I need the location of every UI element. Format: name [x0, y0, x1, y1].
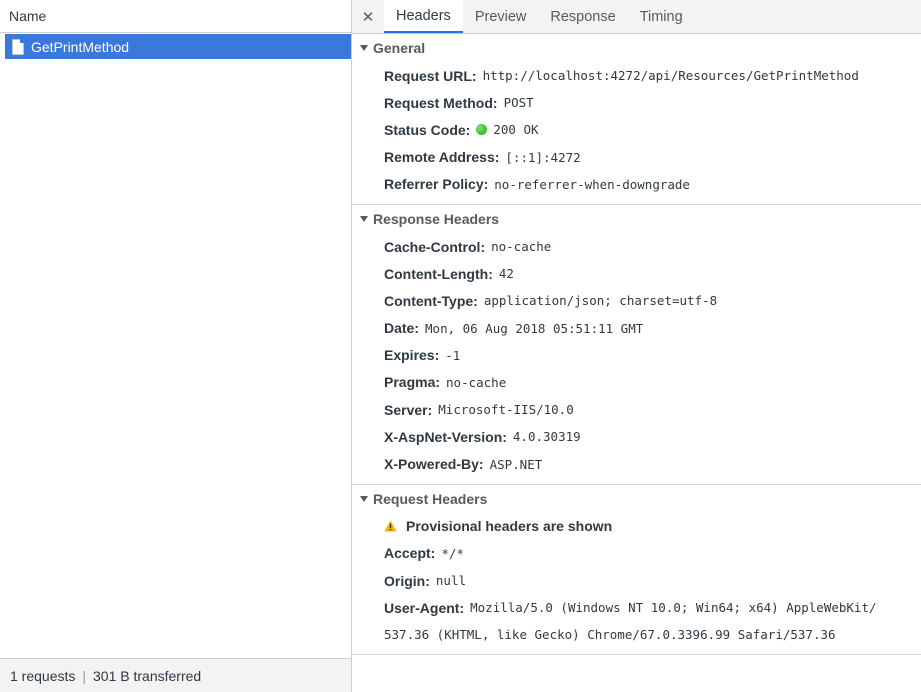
header-key: Cache-Control: — [384, 238, 486, 255]
header-row: Accept: */* — [352, 540, 921, 567]
request-headers-section-header[interactable]: Request Headers — [352, 485, 921, 513]
header-row: Cache-Control: no-cache — [352, 233, 921, 260]
header-key: Pragma: — [384, 374, 441, 391]
header-key: Content-Length: — [384, 265, 493, 282]
header-row: User-Agent: Mozilla/5.0 (Windows NT 10.0… — [352, 594, 921, 621]
request-row-getprintmethod[interactable]: GetPrintMethod — [5, 34, 351, 59]
header-row: Server: Microsoft-IIS/10.0 — [352, 396, 921, 423]
details-tabbar: ✕ Headers Preview Response Timing — [352, 0, 921, 34]
header-row: Content-Type: application/json; charset=… — [352, 287, 921, 314]
response-headers-title: Response Headers — [373, 210, 500, 227]
request-headers-section: Request Headers Provisional headers are … — [352, 485, 921, 656]
header-row: Referrer Policy: no-referrer-when-downgr… — [352, 171, 921, 198]
general-section: General Request URL: http://localhost:42… — [352, 34, 921, 205]
header-value: ASP.NET — [489, 456, 543, 472]
header-value: 200 OK — [493, 122, 539, 138]
header-value: null — [435, 573, 466, 589]
header-value: Mon, 06 Aug 2018 05:51:11 GMT — [425, 320, 644, 336]
header-row: Content-Length: 42 — [352, 260, 921, 287]
header-key: Request Method: — [384, 94, 498, 111]
header-value: 4.0.30319 — [512, 429, 581, 445]
status-separator: | — [82, 667, 87, 684]
header-row: Remote Address: [::1]:4272 — [352, 144, 921, 171]
header-key: Remote Address: — [384, 149, 500, 166]
response-headers-section: Response Headers Cache-Control: no-cache… — [352, 205, 921, 485]
header-key: Content-Type: — [384, 292, 478, 309]
request-headers-title: Request Headers — [373, 490, 488, 507]
tab-timing[interactable]: Timing — [628, 0, 695, 33]
header-value: Microsoft-IIS/10.0 — [438, 402, 574, 418]
name-column-label: Name — [9, 8, 47, 24]
tab-headers[interactable]: Headers — [384, 0, 463, 33]
header-row: Expires: -1 — [352, 342, 921, 369]
header-key: X-Powered-By: — [384, 456, 484, 473]
request-name: GetPrintMethod — [31, 38, 130, 55]
response-headers-section-header[interactable]: Response Headers — [352, 205, 921, 233]
document-icon — [12, 38, 24, 55]
warning-text: Provisional headers are shown — [406, 518, 613, 535]
triangle-down-icon — [360, 45, 368, 51]
triangle-down-icon — [360, 215, 368, 222]
header-value: no-referrer-when-downgrade — [494, 176, 690, 192]
header-key: Date: — [384, 320, 420, 337]
provisional-warning: Provisional headers are shown — [352, 513, 921, 540]
general-title: General — [373, 40, 426, 56]
header-key: Accept: — [384, 545, 436, 562]
request-list-pane: Name GetPrintMethod 1 requests | 301 B t… — [0, 0, 352, 692]
header-key: X-AspNet-Version: — [384, 428, 507, 445]
header-row: Date: Mon, 06 Aug 2018 05:51:11 GMT — [352, 315, 921, 342]
close-icon[interactable]: ✕ — [352, 0, 384, 33]
header-key: User-Agent: — [384, 599, 465, 616]
header-value: Mozilla/5.0 (Windows NT 10.0; Win64; x64… — [470, 600, 877, 616]
header-row: Pragma: no-cache — [352, 369, 921, 396]
general-section-header[interactable]: General — [352, 34, 921, 62]
tab-preview[interactable]: Preview — [463, 0, 539, 33]
tab-response[interactable]: Response — [538, 0, 627, 33]
header-key: Origin: — [384, 572, 430, 589]
header-value: */* — [441, 545, 464, 561]
header-value: POST — [503, 95, 534, 111]
header-row: X-AspNet-Version: 4.0.30319 — [352, 423, 921, 450]
header-value: 537.36 (KHTML, like Gecko) Chrome/67.0.3… — [384, 627, 836, 643]
request-details-pane: ✕ Headers Preview Response Timing Genera… — [352, 0, 921, 692]
request-list: GetPrintMethod — [0, 34, 351, 59]
header-row: Origin: null — [352, 567, 921, 594]
triangle-down-icon — [360, 495, 368, 502]
request-count: 1 requests — [10, 667, 76, 684]
header-value: no-cache — [491, 239, 552, 255]
header-row: X-Powered-By: ASP.NET — [352, 450, 921, 477]
header-row: Request URL: http://localhost:4272/api/R… — [352, 62, 921, 89]
header-key: Expires: — [384, 347, 440, 364]
header-value: 42 — [498, 266, 514, 282]
header-row: Status Code: 200 OK — [352, 116, 921, 143]
header-key: Request URL: — [384, 67, 477, 84]
green-dot-icon — [476, 124, 488, 136]
header-key: Server: — [384, 401, 433, 418]
header-value: application/json; charset=utf-8 — [483, 293, 718, 309]
user-agent-continuation: 537.36 (KHTML, like Gecko) Chrome/67.0.3… — [352, 621, 921, 648]
transferred-size: 301 B transferred — [93, 667, 202, 684]
warning-triangle-icon — [384, 520, 397, 532]
header-value: http://localhost:4272/api/Resources/GetP… — [482, 68, 859, 84]
header-value: no-cache — [446, 374, 507, 390]
header-key: Status Code: — [384, 121, 471, 138]
name-column-header[interactable]: Name — [0, 0, 351, 33]
header-row: Request Method: POST — [352, 89, 921, 116]
header-key: Referrer Policy: — [384, 176, 489, 193]
status-bar: 1 requests | 301 B transferred — [0, 658, 351, 692]
header-value: -1 — [445, 347, 461, 363]
header-value: [::1]:4272 — [505, 149, 581, 165]
